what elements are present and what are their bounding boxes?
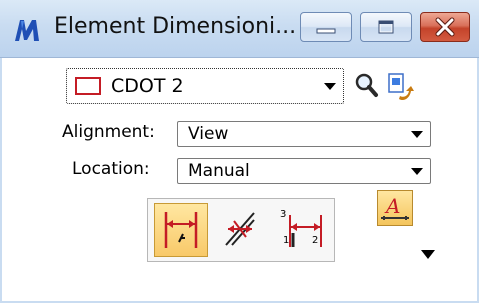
maximize-icon <box>378 20 394 34</box>
location-label: Location: <box>72 159 150 179</box>
dimension-style-dropdown[interactable]: CDOT 2 <box>66 68 344 104</box>
style-settings-icon[interactable] <box>386 72 414 102</box>
alignment-label: Alignment: <box>62 122 155 142</box>
window-title: Element Dimensioni... <box>54 14 297 39</box>
search-icon[interactable] <box>354 72 380 100</box>
text-style-button[interactable]: A <box>377 190 413 226</box>
title-bar: Element Dimensioni... <box>0 0 479 58</box>
style-swatch-icon <box>75 77 101 95</box>
minimize-button[interactable] <box>300 12 352 42</box>
dialog-body: CDOT 2 Alignment: View Location: Manual <box>0 58 479 303</box>
dimension-size-arrow-tool[interactable] <box>154 203 208 257</box>
dimension-ordinate-tool[interactable]: 3 1 2 <box>274 203 328 257</box>
dimension-angle-tool[interactable] <box>214 203 268 257</box>
svg-text:A: A <box>384 194 400 218</box>
dimension-angle-icon <box>225 212 255 246</box>
dimension-tool-group: 3 1 2 <box>147 198 335 262</box>
chevron-down-icon <box>411 168 423 175</box>
alignment-dropdown[interactable]: View <box>177 121 431 147</box>
location-value: Manual <box>188 161 250 181</box>
minimize-icon <box>316 28 336 34</box>
ordinate-digit-2: 2 <box>312 235 318 246</box>
chevron-down-icon <box>324 83 336 90</box>
dimension-size-arrow-icon <box>164 212 198 248</box>
maximize-button[interactable] <box>360 12 412 42</box>
alignment-value: View <box>188 124 229 144</box>
microstation-logo-icon <box>15 20 39 41</box>
location-dropdown[interactable]: Manual <box>177 158 431 184</box>
dimension-ordinate-icon: 3 1 2 <box>280 209 322 247</box>
text-style-icon: A <box>381 194 409 220</box>
ordinate-digit-1: 1 <box>283 235 289 246</box>
ordinate-digit-3: 3 <box>280 209 286 220</box>
close-button[interactable] <box>420 12 470 42</box>
more-options-arrow-icon[interactable] <box>420 248 436 260</box>
close-icon <box>435 17 455 37</box>
chevron-down-icon <box>411 131 423 138</box>
dimension-style-value: CDOT 2 <box>111 75 184 97</box>
